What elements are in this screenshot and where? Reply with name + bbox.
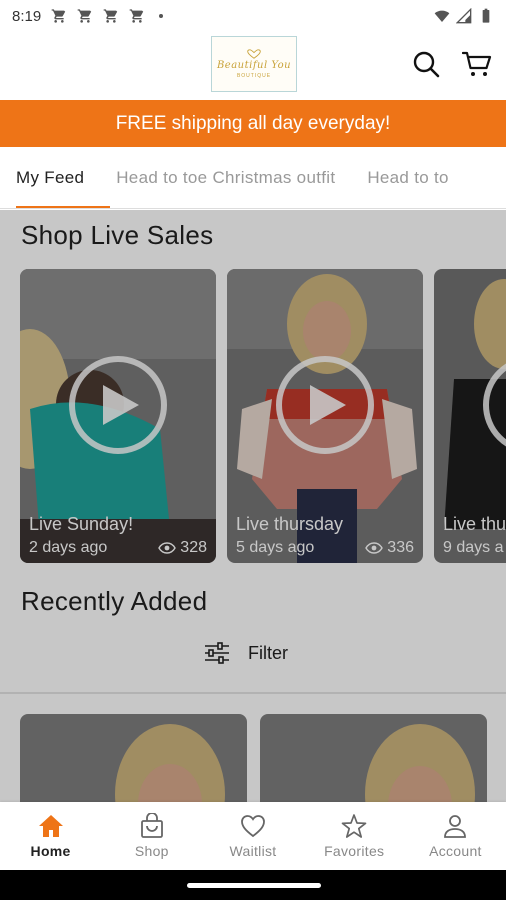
shopping-bag-icon (140, 813, 163, 838)
eye-icon (158, 542, 177, 554)
shop-live-sales-title: Shop Live Sales (21, 220, 214, 250)
product-image (20, 714, 247, 802)
collection-tabs: My Feed Head to toe Christmas outfit Hea… (0, 147, 506, 209)
divider (0, 692, 506, 694)
product-card[interactable] (20, 714, 247, 802)
live-sale-meta: 2 days ago 328 (29, 539, 207, 557)
product-grid[interactable] (20, 714, 487, 802)
nav-favorites-label: Favorites (324, 843, 385, 859)
wifi-icon (434, 10, 450, 22)
play-icon (103, 385, 139, 425)
shopping-cart-icon (77, 9, 92, 23)
more-notifications-dot (159, 14, 164, 18)
battery-icon (482, 8, 490, 23)
bottom-navigation: Home Shop Waitlist Favorites Account (0, 802, 506, 870)
app-header: Beautiful You BOUTIQUE (0, 32, 506, 100)
nav-home-label: Home (30, 843, 71, 859)
status-bar: 8:19 (0, 0, 506, 32)
live-sale-card[interactable]: Live thu 9 days a (434, 269, 506, 563)
logo-text: Beautiful You (216, 60, 292, 71)
heart-logo-icon (247, 49, 261, 59)
live-sale-views: 336 (365, 539, 414, 557)
search-icon[interactable] (412, 50, 440, 78)
view-count: 336 (387, 539, 414, 556)
promo-banner[interactable]: FREE shipping all day everyday! (0, 100, 506, 147)
notification-icons (51, 8, 164, 24)
live-sale-time: 5 days ago (236, 539, 315, 556)
cart-icon[interactable] (462, 50, 492, 78)
live-sale-time: 2 days ago (29, 539, 108, 556)
nav-favorites[interactable]: Favorites (304, 802, 405, 870)
live-sale-title: Live thu (443, 514, 506, 534)
live-sale-card[interactable]: Live Sunday! 2 days ago 328 (20, 269, 216, 563)
tab-head-to-toe-christmas-outfit[interactable]: Head to toe Christmas outfit (100, 147, 351, 208)
live-sale-title: Live Sunday! (29, 514, 134, 534)
status-indicators (434, 8, 494, 24)
live-sale-meta: 5 days ago 336 (236, 539, 414, 557)
recently-added-title: Recently Added (21, 586, 208, 616)
shopping-cart-icon (103, 9, 118, 23)
nav-home[interactable]: Home (0, 802, 101, 870)
live-sale-time: 9 days a (443, 539, 504, 556)
play-button[interactable] (276, 356, 374, 454)
feed[interactable]: Shop Live Sales Live Sunday! 2 days ago … (0, 210, 506, 802)
home-icon (38, 815, 63, 837)
live-sale-meta: 9 days a (443, 539, 506, 557)
filter-button[interactable]: Filter (204, 642, 288, 664)
tab-head-to-toe[interactable]: Head to to (351, 147, 464, 208)
live-sale-card[interactable]: Live thursday 5 days ago 336 (227, 269, 423, 563)
nav-account-label: Account (429, 843, 482, 859)
status-time: 8:19 (12, 7, 42, 25)
nav-shop[interactable]: Shop (101, 802, 202, 870)
live-sales-carousel[interactable]: Live Sunday! 2 days ago 328 Live thursda… (20, 269, 506, 563)
system-gesture-bar (0, 870, 506, 900)
shopping-cart-icon (129, 9, 144, 23)
live-sale-views: 328 (158, 539, 207, 557)
play-button[interactable] (69, 356, 167, 454)
view-count: 328 (180, 539, 207, 556)
filter-label: Filter (248, 642, 288, 663)
cell-signal-icon (456, 8, 472, 24)
nav-account[interactable]: Account (405, 802, 506, 870)
eye-icon (365, 542, 384, 554)
product-card[interactable] (260, 714, 487, 802)
nav-shop-label: Shop (134, 843, 169, 859)
boutique-logo[interactable]: Beautiful You BOUTIQUE (211, 36, 297, 92)
heart-icon (241, 815, 265, 838)
nav-waitlist-label: Waitlist (229, 843, 277, 859)
shopping-cart-icon (51, 9, 66, 23)
product-image (260, 714, 487, 802)
tab-my-feed[interactable]: My Feed (0, 147, 111, 208)
live-sale-title: Live thursday (236, 514, 344, 534)
logo-subtext: BOUTIQUE (236, 73, 272, 79)
nav-waitlist[interactable]: Waitlist (202, 802, 303, 870)
home-gesture-handle[interactable] (187, 883, 321, 888)
account-icon (444, 815, 467, 838)
star-icon (341, 814, 367, 838)
play-icon (310, 385, 346, 425)
sliders-icon (205, 642, 229, 664)
